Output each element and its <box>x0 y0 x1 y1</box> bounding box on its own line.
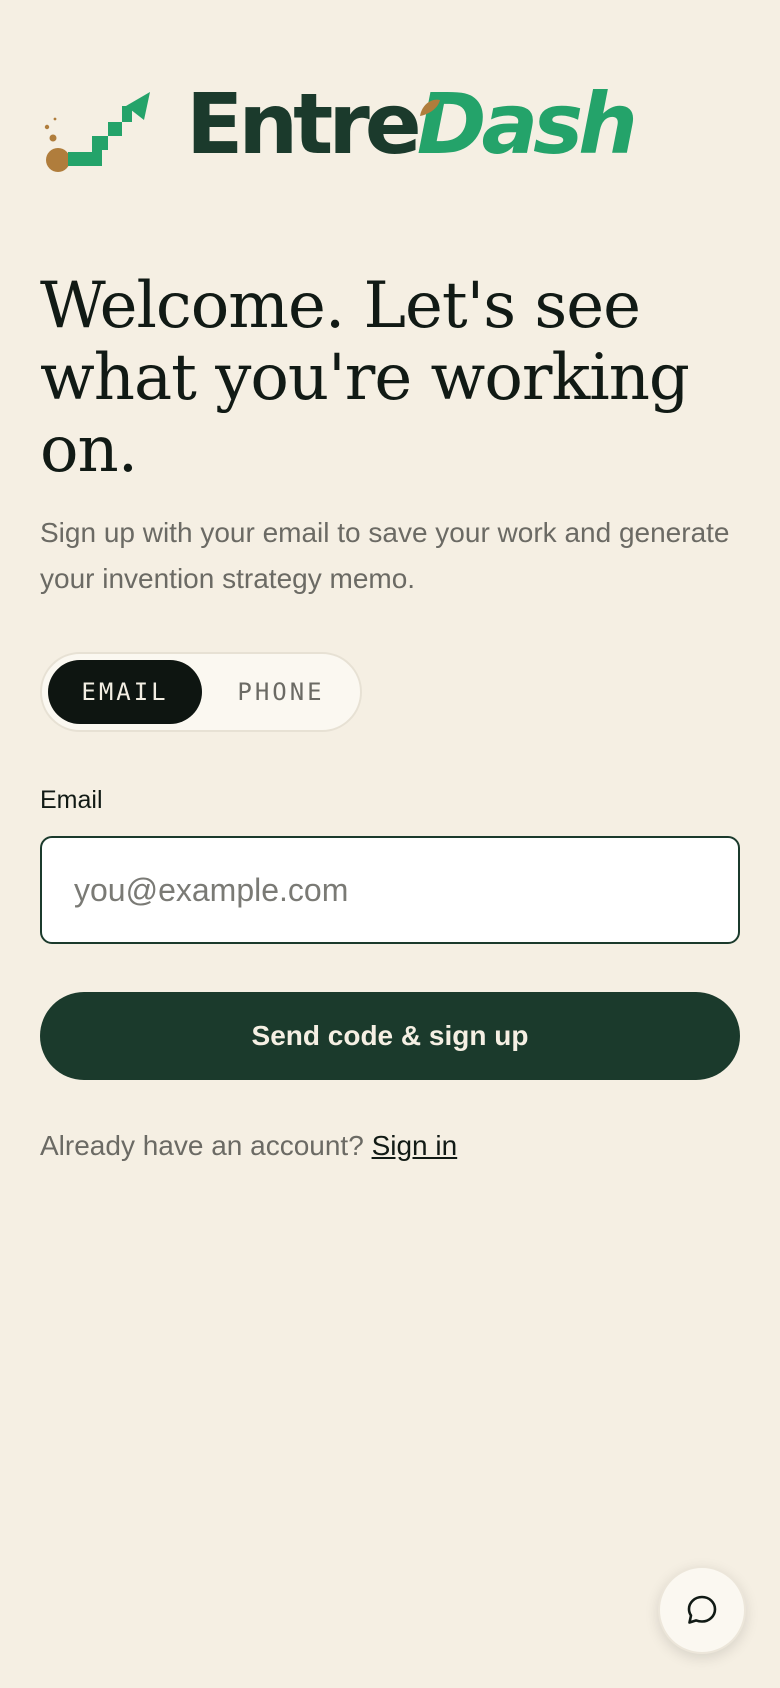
page-title: Welcome. Let's see what you're working o… <box>40 269 690 487</box>
brand-name-part1: Entre <box>186 75 422 173</box>
brand-logo: EntreDash <box>40 82 638 178</box>
phone-tab[interactable]: PHONE <box>206 660 356 724</box>
email-field[interactable] <box>40 836 740 944</box>
send-code-signup-button[interactable]: Send code & sign up <box>40 992 740 1080</box>
email-tab[interactable]: EMAIL <box>48 660 202 724</box>
email-field-label: Email <box>40 786 103 814</box>
chat-button[interactable] <box>658 1566 746 1654</box>
signin-row: Already have an account? Sign in <box>40 1130 457 1162</box>
rising-stairs-logo-icon <box>44 92 150 172</box>
page-subtitle: Sign up with your email to save your wor… <box>40 517 730 594</box>
auth-method-toggle: EMAIL PHONE <box>40 652 362 732</box>
chat-bubble-icon <box>687 1595 717 1624</box>
signin-link[interactable]: Sign in <box>372 1130 458 1161</box>
signin-prompt: Already have an account? <box>40 1130 364 1161</box>
brand-name-part2: Dash <box>416 75 638 173</box>
brand-wordmark: EntreDash <box>186 82 638 166</box>
leaf-accent-icon <box>420 99 440 116</box>
